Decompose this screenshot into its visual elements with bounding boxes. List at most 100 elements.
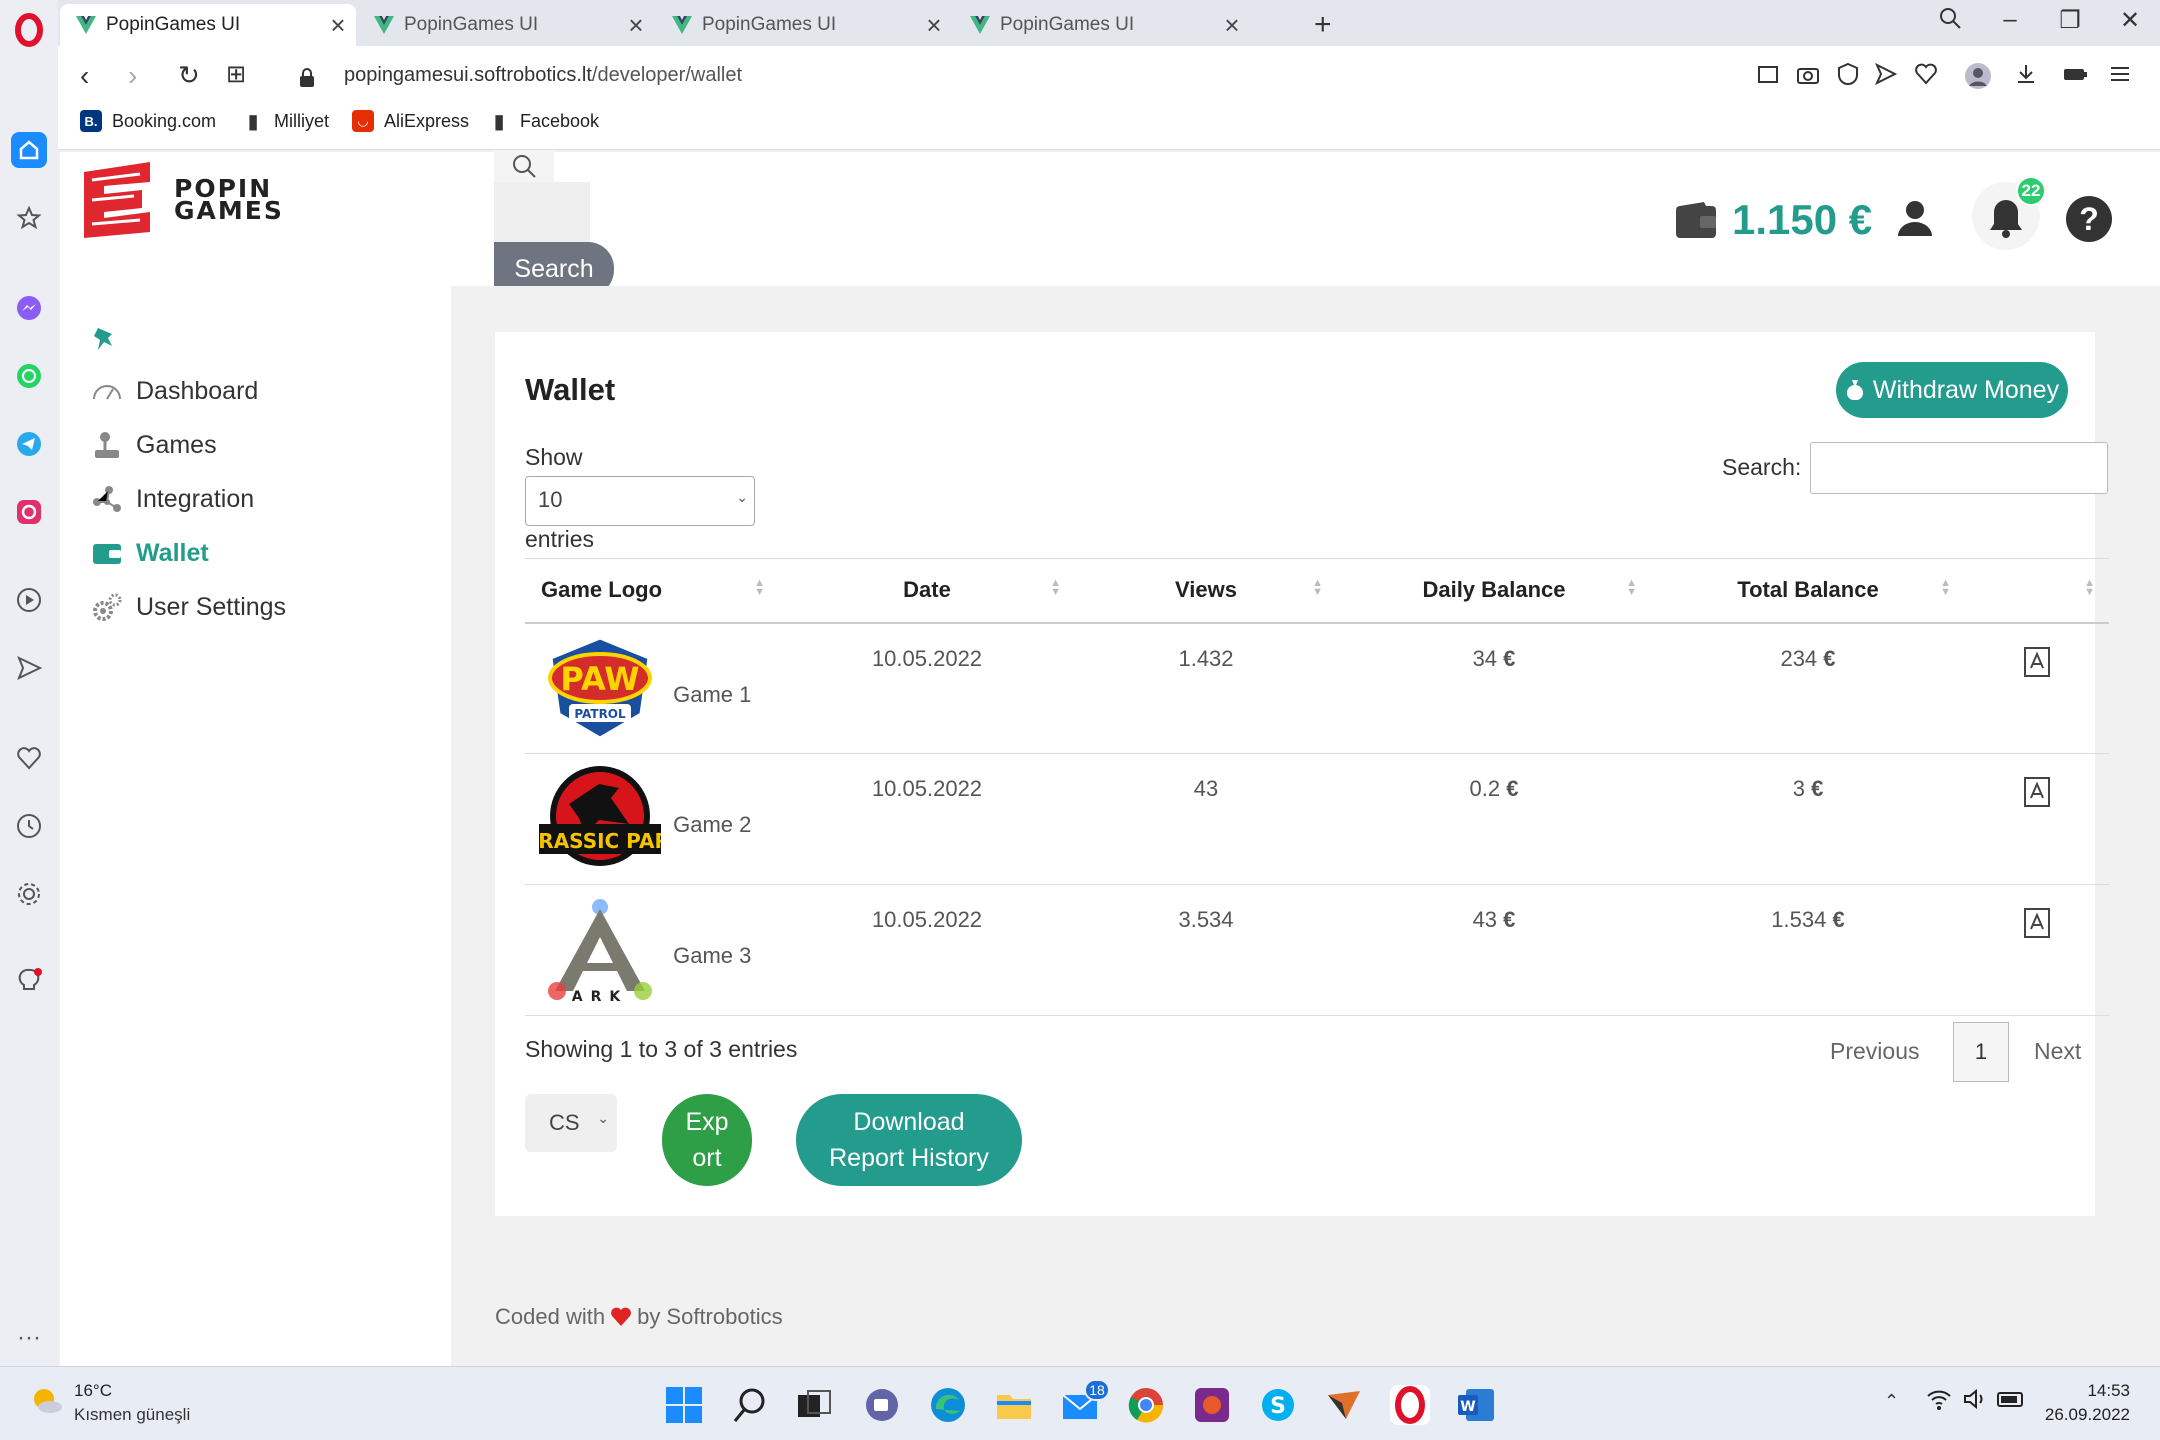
battery-saver-icon[interactable] [2062,62,2092,92]
wallet-balance[interactable]: 1.150 € [1674,196,1872,244]
chevron-up-icon[interactable]: ⌃ [1884,1391,1899,1412]
column-header-total-balance[interactable]: Total Balance ▲ ▼ [1651,558,1965,624]
browser-tab[interactable]: PopinGames UI × [656,4,952,46]
easy-setup-icon[interactable] [2108,62,2138,92]
camera-icon[interactable] [1796,62,1826,92]
wallet-table: Game Logo ▲ ▼ Date ▲ ▼ Views ▲ ▼ Daily Balance… [525,558,2109,1016]
history-icon[interactable] [11,808,47,844]
notifications-button[interactable]: 22 [1972,176,2046,250]
close-window-icon[interactable]: ✕ [2110,6,2150,35]
forward-icon[interactable]: › [128,60,137,92]
popin-games-logo[interactable]: POPIN GAMES [82,160,284,240]
chevron-down-icon: ⌄ [736,489,748,505]
next-page-button[interactable]: Next [2034,1038,2081,1065]
back-icon[interactable]: ‹ [80,60,89,92]
app-icon[interactable] [1324,1385,1364,1425]
minimize-icon[interactable]: – [1990,6,2030,34]
menu-integration[interactable]: Integration [90,484,254,514]
messenger-icon[interactable] [11,290,47,326]
bookmark-booking[interactable]: B. Booking.com [80,110,216,132]
speed-dial-icon[interactable]: ⊞ [226,60,246,89]
bookmark-milliyet[interactable]: ▮ Milliyet [242,110,329,133]
page-button[interactable]: 1 [1953,1022,2009,1082]
column-header-date[interactable]: Date ▲ ▼ [779,558,1075,624]
browser-tab[interactable]: PopinGames UI × [954,4,1250,46]
mail-icon[interactable]: 18 [1060,1379,1110,1425]
help-icon[interactable]: ? [2066,196,2112,242]
column-header-views[interactable]: Views ▲ ▼ [1075,558,1337,624]
search-tabs-icon[interactable] [1930,6,1970,37]
wifi-icon[interactable] [1926,1387,1952,1416]
player-icon[interactable] [11,582,47,618]
new-tab-icon[interactable]: + [1314,8,1332,42]
search-icon[interactable] [494,150,554,182]
telegram-icon[interactable] [11,426,47,462]
pdf-icon[interactable] [2023,907,2051,939]
word-icon[interactable]: W [1456,1385,1496,1425]
snap-icon[interactable] [1756,62,1786,92]
edge-icon[interactable] [928,1385,968,1425]
battery-icon[interactable] [1996,1387,2026,1416]
header-search-input[interactable] [494,182,590,244]
column-header-actions[interactable]: ▲ ▼ [1965,558,2109,624]
start-icon[interactable] [664,1385,704,1425]
profile-icon[interactable] [1964,62,1994,92]
star-icon[interactable] [11,200,47,236]
user-icon[interactable] [1896,198,1934,243]
close-tab-icon[interactable]: × [916,10,952,41]
more-icon[interactable]: ··· [11,1320,47,1356]
volume-icon[interactable] [1962,1387,1988,1416]
adblock-icon[interactable] [1836,62,1866,92]
chrome-icon[interactable] [1126,1385,1166,1425]
bookmark-facebook[interactable]: ▮ Facebook [488,110,599,133]
browser-tab[interactable]: PopinGames UI × [60,4,356,46]
restore-icon[interactable]: ❐ [2050,6,2090,35]
whatsapp-icon[interactable] [11,358,47,394]
reload-icon[interactable]: ↻ [178,60,200,91]
pin-icon[interactable] [90,324,120,359]
heart-icon[interactable] [11,740,47,776]
instagram-icon[interactable] [11,494,47,530]
entries-length-select[interactable]: 10 ⌄ [525,476,755,526]
withdraw-money-button[interactable]: Withdraw Money [1836,362,2068,418]
export-button[interactable]: Exp ort [662,1094,752,1186]
vue-icon [672,16,692,34]
table-search-label: Search: [1722,454,1802,480]
close-tab-icon[interactable]: × [320,10,356,41]
bookmark-aliexpress[interactable]: ◡ AliExpress [352,110,469,132]
file-explorer-icon[interactable] [994,1385,1034,1425]
heart-icon[interactable] [1914,62,1944,92]
weather-icon[interactable] [28,1383,64,1420]
menu-label: Games [136,430,217,459]
teams-chat-icon[interactable] [862,1385,902,1425]
tips-icon[interactable] [11,964,47,1000]
previous-page-button[interactable]: Previous [1830,1038,1919,1065]
pdf-icon[interactable] [2023,646,2051,678]
menu-games[interactable]: Games [90,430,217,460]
browser-tab[interactable]: PopinGames UI × [358,4,654,46]
column-header-daily-balance[interactable]: Daily Balance ▲ ▼ [1337,558,1651,624]
skype-icon[interactable]: S [1258,1385,1298,1425]
send-icon[interactable] [11,650,47,686]
settings-icon[interactable] [11,876,47,912]
game-app-icon[interactable] [1192,1385,1232,1425]
menu-user-settings[interactable]: User Settings [90,592,286,622]
download-report-history-button[interactable]: Download Report History [796,1094,1022,1186]
export-format-select[interactable]: CS ⌄ [525,1094,617,1152]
home-icon[interactable] [11,132,47,168]
opera-icon[interactable] [1390,1385,1430,1425]
menu-dashboard[interactable]: Dashboard [90,376,258,406]
close-tab-icon[interactable]: × [1214,10,1250,41]
task-view-icon[interactable] [794,1385,834,1425]
pdf-icon[interactable] [2023,776,2051,808]
flow-icon[interactable] [1874,62,1904,92]
opera-logo-icon[interactable] [11,12,47,48]
joystick-icon [90,430,124,460]
download-icon[interactable] [2014,62,2044,92]
search-icon[interactable] [730,1385,770,1425]
menu-wallet[interactable]: Wallet [90,538,209,568]
close-tab-icon[interactable]: × [618,10,654,41]
column-header-logo[interactable]: Game Logo ▲ ▼ [525,558,779,624]
table-search-input[interactable] [1810,442,2108,494]
url-field[interactable]: popingamesui.softrobotics.lt/developer/w… [344,64,742,87]
